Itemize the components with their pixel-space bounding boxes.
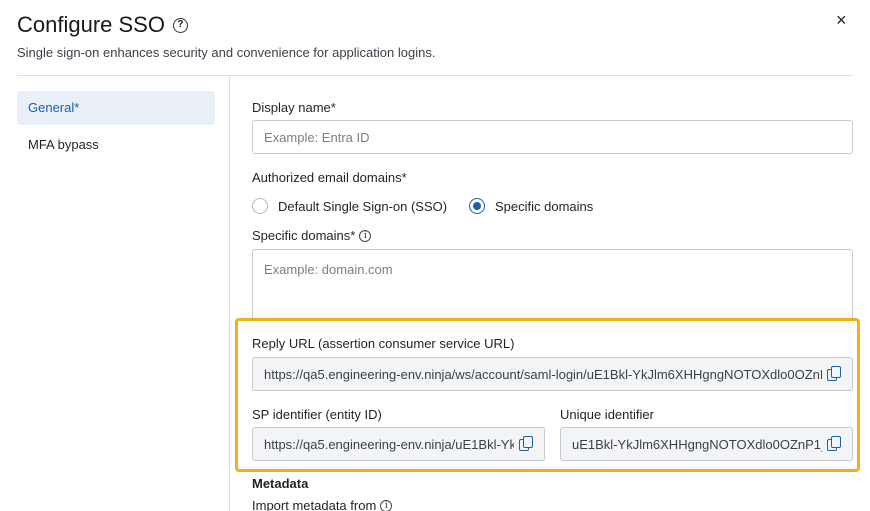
email-domains-label: Authorized email domains*: [252, 170, 407, 185]
close-icon[interactable]: ×: [836, 10, 847, 31]
sp-identifier-field: https://qa5.engineering-env.ninja/uE1Bkl…: [252, 427, 545, 461]
radio-default-sso-circle[interactable]: [252, 198, 268, 214]
reply-url-field: https://qa5.engineering-env.ninja/ws/acc…: [252, 357, 853, 391]
display-name-label: Display name*: [252, 100, 336, 115]
metadata-section-title: Metadata: [252, 476, 309, 491]
info-icon[interactable]: i: [380, 499, 393, 511]
side-nav: General* MFA bypass: [17, 76, 230, 511]
dialog-title-text: Configure SSO: [17, 12, 165, 37]
copy-icon[interactable]: [822, 432, 846, 456]
import-metadata-label-text: Import metadata from: [252, 498, 377, 511]
nav-item-general[interactable]: General*: [17, 91, 215, 125]
radio-specific-domains[interactable]: Specific domains: [469, 198, 593, 214]
nav-item-mfa-bypass[interactable]: MFA bypass: [17, 128, 215, 162]
specific-domains-textarea[interactable]: [252, 249, 853, 321]
unique-identifier-label: Unique identifier: [560, 407, 654, 422]
radio-default-sso-label: Default Single Sign-on (SSO): [278, 198, 448, 214]
radio-specific-domains-circle[interactable]: [469, 198, 485, 214]
help-icon[interactable]: ?: [172, 17, 188, 33]
sp-identifier-label: SP identifier (entity ID): [252, 407, 382, 422]
display-name-input[interactable]: [252, 120, 853, 154]
reply-url-value: https://qa5.engineering-env.ninja/ws/acc…: [264, 366, 822, 382]
specific-domains-label: Specific domains* i: [252, 228, 372, 243]
info-icon[interactable]: i: [359, 229, 372, 242]
dialog-subtitle: Single sign-on enhances security and con…: [17, 45, 436, 60]
sp-identifier-value: https://qa5.engineering-env.ninja/uE1Bkl…: [264, 436, 514, 452]
import-metadata-label: Import metadata from i: [252, 498, 393, 511]
copy-icon[interactable]: [514, 432, 538, 456]
dialog-title: Configure SSO ?: [17, 12, 188, 38]
specific-domains-label-text: Specific domains*: [252, 228, 356, 243]
reply-url-label: Reply URL (assertion consumer service UR…: [252, 336, 515, 351]
unique-identifier-field: uE1Bkl-YkJlm6XHHgngNOTOXdlo0OZnP1_: [560, 427, 853, 461]
radio-specific-domains-label: Specific domains: [495, 198, 594, 214]
unique-identifier-value: uE1Bkl-YkJlm6XHHgngNOTOXdlo0OZnP1_: [572, 436, 822, 452]
copy-icon[interactable]: [822, 362, 846, 386]
radio-default-sso[interactable]: Default Single Sign-on (SSO): [252, 198, 447, 214]
